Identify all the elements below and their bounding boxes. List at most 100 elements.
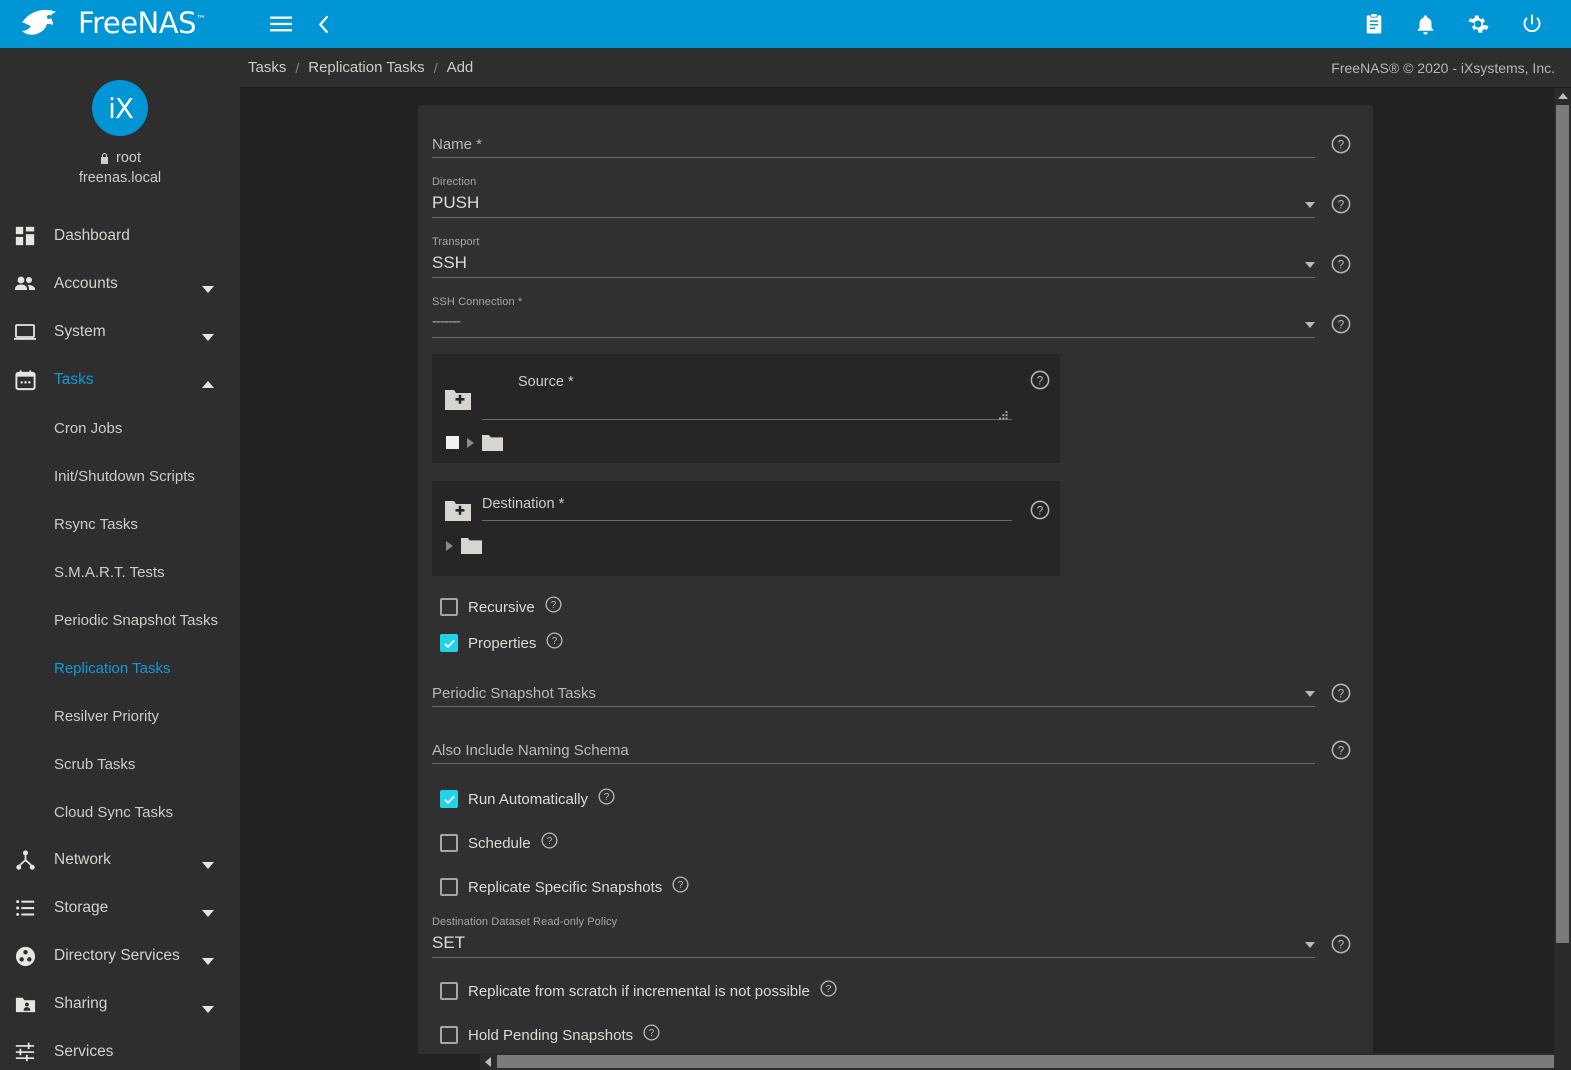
chevron-down-icon[interactable] xyxy=(1305,942,1315,948)
help-icon[interactable]: ? xyxy=(1331,934,1351,954)
hamburger-menu-icon[interactable] xyxy=(270,16,292,32)
run-automatically-checkbox[interactable] xyxy=(440,790,458,808)
help-icon[interactable]: ? xyxy=(1331,740,1351,760)
field-also-include-naming-schema[interactable]: Also Include Naming Schema ? xyxy=(432,735,1351,764)
chevron-up-icon[interactable] xyxy=(202,376,214,388)
field-destination-readonly-policy[interactable]: Destination Dataset Read-only Policy SET… xyxy=(432,916,1351,958)
help-icon[interactable]: ? xyxy=(1331,134,1351,154)
horizontal-scrollbar-thumb[interactable] xyxy=(497,1055,1571,1068)
destination-field[interactable]: Destination * ? xyxy=(482,495,1050,521)
sidebar-subitem-init-shutdown-scripts[interactable]: Init/Shutdown Scripts xyxy=(0,452,240,500)
schedule-checkbox[interactable] xyxy=(440,834,458,852)
sidebar-item-accounts[interactable]: Accounts xyxy=(0,260,240,308)
sidebar-subitem-resilver-priority[interactable]: Resilver Priority xyxy=(0,692,240,740)
field-direction[interactable]: Direction PUSH ? xyxy=(432,176,1351,218)
replicate-specific-snapshots-checkbox[interactable] xyxy=(440,878,458,896)
vertical-scrollbar-thumb[interactable] xyxy=(1556,105,1569,943)
destination-readonly-policy-select[interactable]: SET xyxy=(432,929,1315,958)
folder-icon[interactable] xyxy=(461,537,482,554)
checkbox-row-hold-pending-snapshots[interactable]: Hold Pending Snapshots ? xyxy=(440,1024,1351,1046)
sidebar-item-system[interactable]: System xyxy=(0,308,240,356)
chevron-down-icon[interactable] xyxy=(1305,202,1315,208)
properties-checkbox[interactable] xyxy=(440,634,458,652)
field-name[interactable]: Name * ? xyxy=(432,129,1351,158)
sidebar-item-storage[interactable]: Storage xyxy=(0,884,240,932)
bell-alerts-icon[interactable] xyxy=(1416,14,1435,35)
sidebar-item-network[interactable]: Network xyxy=(0,836,240,884)
checkbox-row-run-automatically[interactable]: Run Automatically ? xyxy=(440,788,1351,810)
folder-add-icon[interactable] xyxy=(444,499,472,523)
tree-checkbox[interactable] xyxy=(446,436,459,449)
chevron-down-icon[interactable] xyxy=(1305,262,1315,268)
source-field[interactable]: Source * ? xyxy=(482,370,1050,420)
power-icon[interactable] xyxy=(1521,13,1543,35)
chevron-down-icon[interactable] xyxy=(1305,322,1315,328)
also-include-naming-schema-input[interactable]: Also Include Naming Schema xyxy=(432,735,1315,764)
clipboard-tasks-icon[interactable] xyxy=(1364,13,1384,35)
replicate-from-scratch-checkbox[interactable] xyxy=(440,982,458,1000)
chevron-down-icon[interactable] xyxy=(202,280,214,293)
checkbox-row-schedule[interactable]: Schedule ? xyxy=(440,832,1351,854)
field-ssh-connection[interactable]: SSH Connection * ------- ? xyxy=(432,296,1351,338)
help-icon[interactable]: ? xyxy=(598,788,615,810)
sidebar-subitem-scrub-tasks[interactable]: Scrub Tasks xyxy=(0,740,240,788)
field-periodic-snapshot-tasks[interactable]: Periodic Snapshot Tasks ? xyxy=(432,678,1351,707)
direction-select[interactable]: PUSH xyxy=(432,189,1315,218)
help-icon[interactable]: ? xyxy=(672,876,689,898)
hold-pending-snapshots-checkbox[interactable] xyxy=(440,1026,458,1044)
field-transport[interactable]: Transport SSH ? xyxy=(432,236,1351,278)
help-icon[interactable]: ? xyxy=(546,632,563,654)
checkbox-row-replicate-specific-snapshots[interactable]: Replicate Specific Snapshots ? xyxy=(440,876,1351,898)
breadcrumb-item-tasks[interactable]: Tasks xyxy=(248,59,286,76)
breadcrumb-item-add[interactable]: Add xyxy=(447,59,474,76)
gear-settings-icon[interactable] xyxy=(1467,13,1489,35)
help-icon[interactable]: ? xyxy=(820,980,837,1002)
help-icon[interactable]: ? xyxy=(1331,683,1351,703)
checkbox-row-recursive[interactable]: Recursive ? xyxy=(440,596,1351,618)
help-icon[interactable]: ? xyxy=(1331,254,1351,274)
chevron-down-icon[interactable] xyxy=(1305,691,1315,697)
sidebar-item-tasks[interactable]: Tasks xyxy=(0,356,240,404)
scroll-up-button[interactable] xyxy=(1554,88,1571,105)
help-icon[interactable]: ? xyxy=(1331,194,1351,214)
sidebar-item-sharing[interactable]: Sharing xyxy=(0,980,240,1028)
chevron-down-icon[interactable] xyxy=(202,952,214,965)
recursive-checkbox[interactable] xyxy=(440,598,458,616)
brand-header[interactable]: FreeNAS™ xyxy=(0,0,240,48)
tree-expand-arrow-icon[interactable] xyxy=(446,540,453,551)
chevron-down-icon[interactable] xyxy=(202,904,214,917)
help-icon[interactable]: ? xyxy=(1030,500,1050,520)
horizontal-scrollbar[interactable] xyxy=(480,1053,1571,1070)
help-icon[interactable]: ? xyxy=(545,596,562,618)
transport-select[interactable]: SSH xyxy=(432,249,1315,278)
folder-add-icon[interactable] xyxy=(444,388,472,412)
sidebar-subitem-periodic-snapshot-tasks[interactable]: Periodic Snapshot Tasks xyxy=(0,596,240,644)
sidebar-subitem-cron-jobs[interactable]: Cron Jobs xyxy=(0,404,240,452)
folder-icon[interactable] xyxy=(482,434,503,451)
breadcrumb-item-replication-tasks[interactable]: Replication Tasks xyxy=(308,59,424,76)
chevron-down-icon[interactable] xyxy=(202,1000,214,1013)
help-icon[interactable]: ? xyxy=(643,1024,660,1046)
chevron-left-icon[interactable] xyxy=(318,15,329,34)
periodic-snapshot-tasks-select[interactable]: Periodic Snapshot Tasks xyxy=(432,678,1315,707)
resize-grip-icon[interactable] xyxy=(999,407,1008,420)
checkbox-row-properties[interactable]: Properties ? xyxy=(440,632,1351,654)
chevron-down-icon[interactable] xyxy=(202,328,214,341)
help-icon[interactable]: ? xyxy=(541,832,558,854)
sidebar-subitem-smart-tests[interactable]: S.M.A.R.T. Tests xyxy=(0,548,240,596)
sidebar-item-services[interactable]: Services xyxy=(0,1028,240,1070)
scroll-left-button[interactable] xyxy=(480,1053,497,1070)
name-input[interactable]: Name * xyxy=(432,129,1315,158)
checkbox-row-replicate-from-scratch[interactable]: Replicate from scratch if incremental is… xyxy=(440,980,1351,1002)
chevron-down-icon[interactable] xyxy=(202,856,214,869)
destination-input[interactable]: Destination * xyxy=(482,495,1012,521)
help-icon[interactable]: ? xyxy=(1030,370,1050,390)
help-icon[interactable]: ? xyxy=(1331,314,1351,334)
sidebar-item-directory-services[interactable]: Directory Services xyxy=(0,932,240,980)
sidebar-subitem-rsync-tasks[interactable]: Rsync Tasks xyxy=(0,500,240,548)
sidebar-subitem-replication-tasks[interactable]: Replication Tasks xyxy=(0,644,240,692)
ssh-connection-select[interactable]: ------- xyxy=(432,309,1315,338)
tree-expand-arrow-icon[interactable] xyxy=(467,437,474,448)
vertical-scrollbar[interactable] xyxy=(1554,88,1571,1053)
sidebar-subitem-cloud-sync-tasks[interactable]: Cloud Sync Tasks xyxy=(0,788,240,836)
